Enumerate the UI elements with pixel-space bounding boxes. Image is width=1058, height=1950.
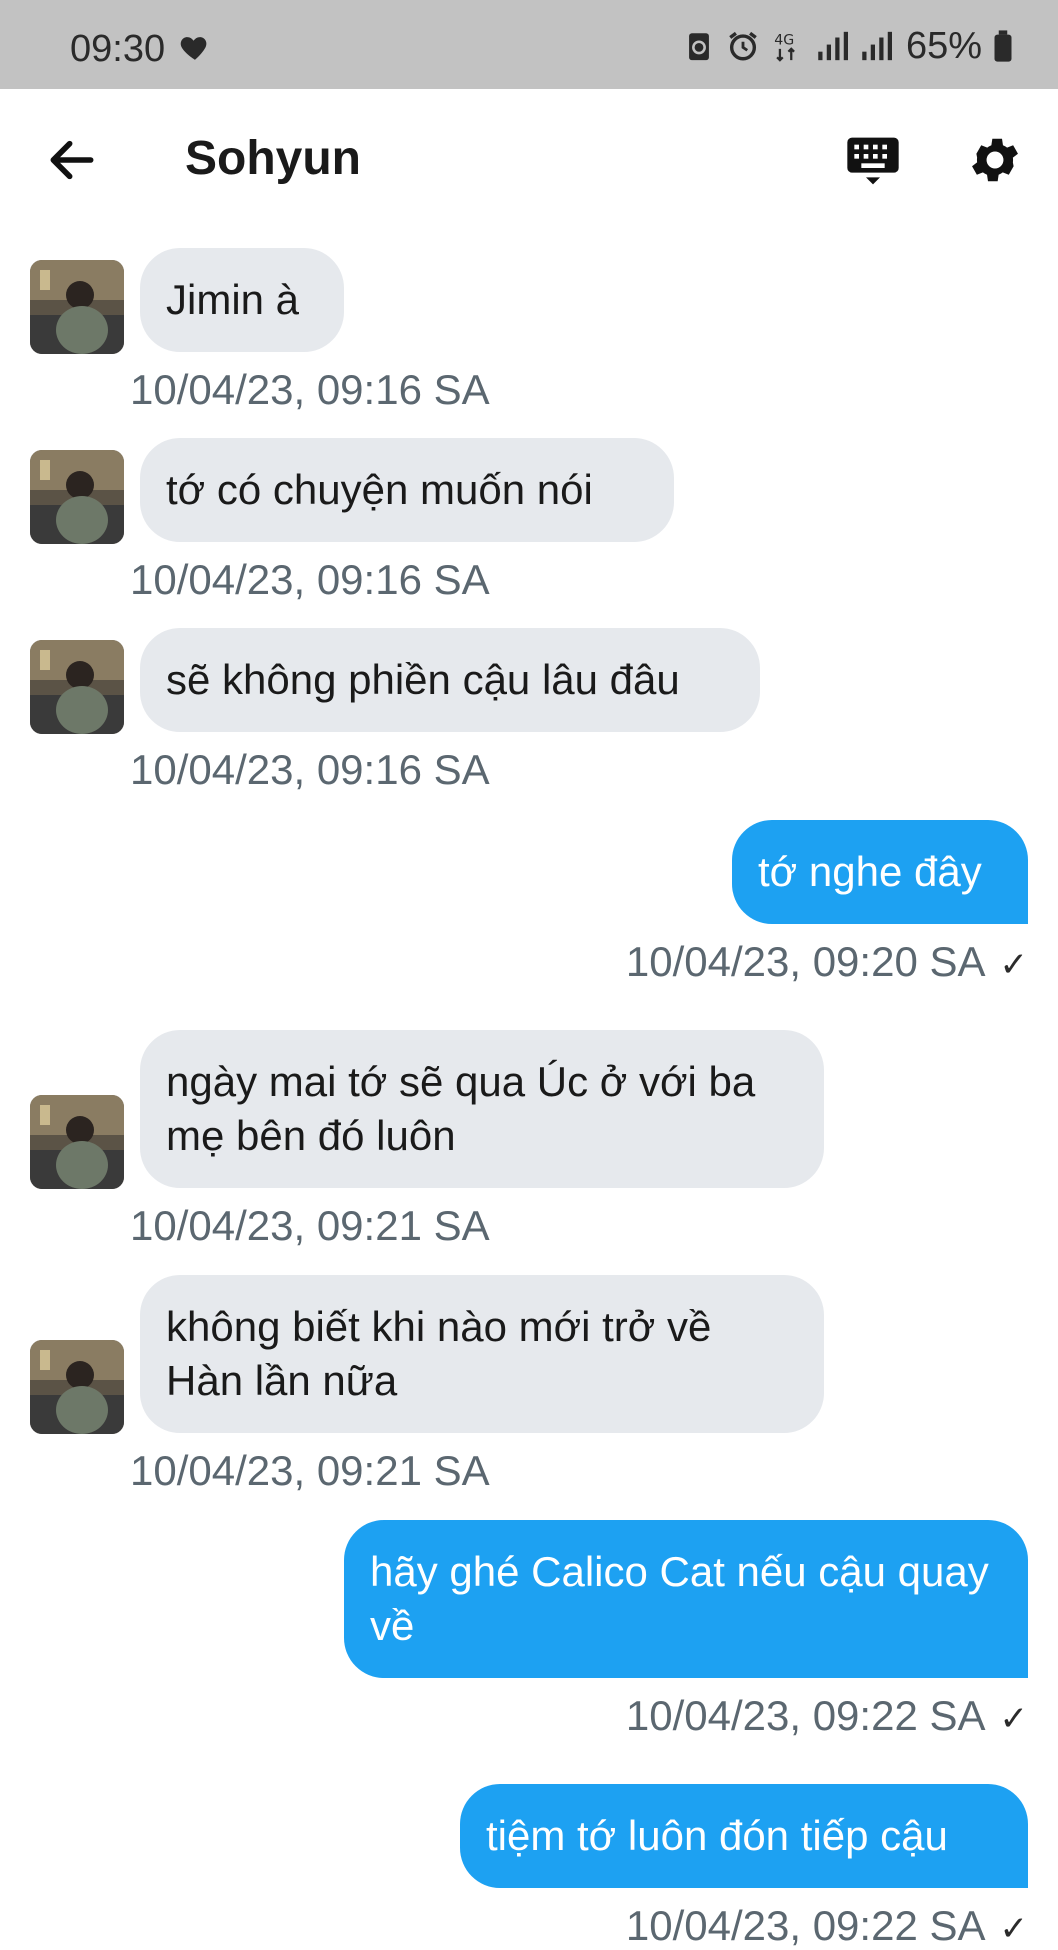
avatar-photo	[30, 640, 124, 734]
incoming-message-bubble[interactable]: không biết khi nào mới trở về Hàn lần nữ…	[140, 1275, 824, 1433]
message-text: tớ nghe đây	[758, 848, 982, 895]
message-text: Jimin à	[166, 276, 300, 323]
conversation-title: Sohyun	[185, 132, 361, 185]
battery-icon	[994, 30, 1012, 62]
incoming-message-bubble[interactable]: tớ có chuyện muốn nói	[140, 438, 674, 542]
message-text: sẽ không phiền cậu lâu đâu	[166, 656, 680, 703]
gear-icon[interactable]	[966, 131, 1024, 189]
incoming-message-bubble[interactable]: Jimin à	[140, 248, 344, 352]
message-text: tớ có chuyện muốn nói	[166, 466, 593, 513]
incoming-message-bubble[interactable]: ngày mai tớ sẽ qua Úc ở với ba mẹ bên đó…	[140, 1030, 824, 1188]
message-text: ngày mai tớ sẽ qua Úc ở với ba mẹ bên đó…	[166, 1058, 756, 1159]
battery-percent: 65%	[905, 24, 982, 67]
status-time: 09:30	[70, 28, 166, 70]
outgoing-message-bubble[interactable]: tớ nghe đây	[732, 820, 1028, 924]
chat-header: Sohyun	[0, 89, 1058, 229]
status-icons: 4G 65%	[682, 24, 1014, 67]
message-timestamp: 10/04/23, 09:22 SA	[625, 1692, 986, 1739]
back-arrow-icon[interactable]	[44, 132, 100, 188]
message-timestamp: 10/04/23, 09:21 SA	[130, 1202, 490, 1249]
message-text: không biết khi nào mới trở về Hàn lần nữ…	[166, 1303, 712, 1404]
incoming-message-bubble[interactable]: sẽ không phiền cậu lâu đâu	[140, 628, 760, 732]
battery-saver-icon	[689, 33, 709, 61]
avatar-photo	[30, 1095, 124, 1189]
message-timestamp-row: 10/04/23, 09:22 SA ✓	[626, 1692, 1028, 1740]
message-timestamp: 10/04/23, 09:20 SA	[625, 938, 986, 985]
avatar[interactable]	[30, 260, 124, 354]
message-timestamp: 10/04/23, 09:16 SA	[130, 366, 490, 413]
signal-icon	[818, 31, 848, 61]
keyboard-icon[interactable]	[845, 133, 901, 189]
message-timestamp-row: 10/04/23, 09:22 SA ✓	[626, 1902, 1028, 1950]
avatar-photo	[30, 450, 124, 544]
message-text: hãy ghé Calico Cat nếu cậu quay về	[370, 1548, 989, 1649]
avatar[interactable]	[30, 640, 124, 734]
sent-check-icon: ✓	[999, 946, 1029, 984]
avatar-photo	[30, 260, 124, 354]
message-timestamp: 10/04/23, 09:22 SA	[625, 1902, 986, 1949]
message-timestamp: 10/04/23, 09:16 SA	[130, 746, 490, 793]
message-timestamp: 10/04/23, 09:21 SA	[130, 1447, 490, 1494]
status-bar: 09:30 4G 65%	[0, 0, 1058, 89]
message-timestamp: 10/04/23, 09:16 SA	[130, 556, 490, 603]
avatar[interactable]	[30, 1340, 124, 1434]
outgoing-message-bubble[interactable]: tiệm tớ luôn đón tiếp cậu	[460, 1784, 1028, 1888]
network-4g-icon: 4G	[774, 33, 795, 62]
sent-check-icon: ✓	[999, 1910, 1029, 1948]
message-timestamp-row: 10/04/23, 09:20 SA ✓	[626, 938, 1028, 986]
avatar[interactable]	[30, 1095, 124, 1189]
svg-text:4G: 4G	[774, 33, 794, 49]
sent-check-icon: ✓	[999, 1700, 1029, 1738]
avatar[interactable]	[30, 450, 124, 544]
outgoing-message-bubble[interactable]: hãy ghé Calico Cat nếu cậu quay về	[344, 1520, 1028, 1678]
alarm-icon	[729, 31, 757, 61]
signal-2-icon	[862, 31, 892, 61]
avatar-photo	[30, 1340, 124, 1434]
message-text: tiệm tớ luôn đón tiếp cậu	[486, 1812, 948, 1859]
heart-icon	[180, 37, 207, 60]
